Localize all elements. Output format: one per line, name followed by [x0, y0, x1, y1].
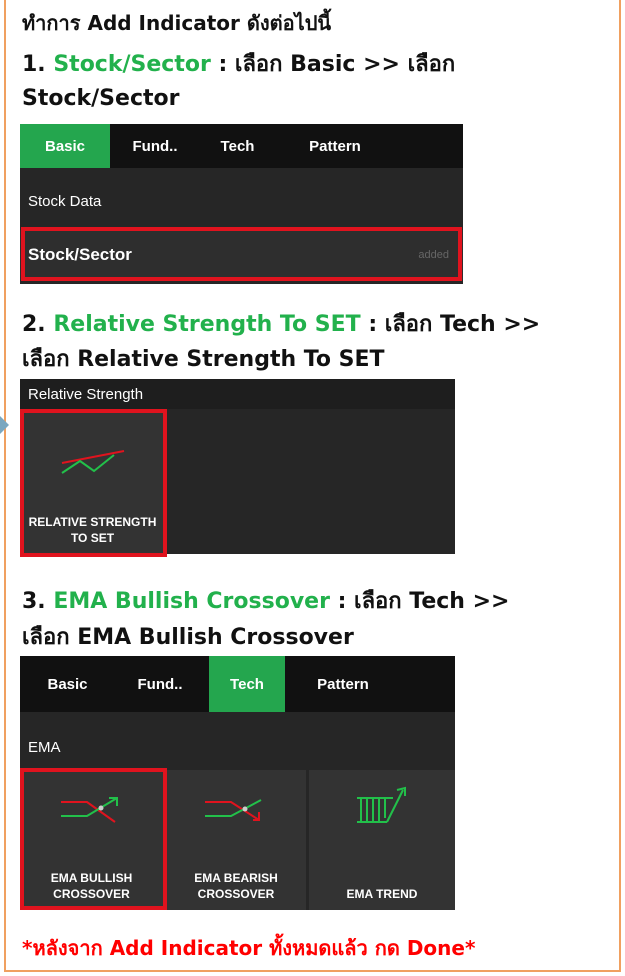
tab-fund[interactable]: Fund..: [115, 656, 205, 712]
section-relative-strength: Relative Strength: [20, 379, 455, 409]
side-arrow-icon: [0, 416, 9, 434]
tab-pattern[interactable]: Pattern: [288, 656, 398, 712]
tab-fund[interactable]: Fund..: [110, 124, 200, 168]
highlight-stock-sector: [21, 227, 462, 281]
step3-heading-line2: เลือก EMA Bullish Crossover: [22, 625, 354, 650]
step2-heading: 2. Relative Strength To SET : เลือก Tech…: [22, 312, 541, 337]
tab-tech[interactable]: Tech: [209, 656, 285, 712]
tab-tech[interactable]: Tech: [200, 124, 275, 168]
section-ema: EMA: [28, 738, 61, 756]
footer-note: *หลังจาก Add Indicator ทั้งหมดแล้ว กด Do…: [22, 936, 476, 960]
tab-pattern[interactable]: Pattern: [280, 124, 390, 168]
tab-basic[interactable]: Basic: [20, 124, 110, 168]
step1-heading-line2: Stock/Sector: [22, 86, 180, 111]
step1-tab-bar: Basic Fund.. Tech Pattern: [20, 124, 463, 168]
step3-tab-bar: Basic Fund.. Tech Pattern: [20, 656, 455, 712]
intro-text: ทำการ Add Indicator ดังต่อไปนี้: [22, 11, 332, 35]
ema-bearish-icon: [205, 799, 262, 821]
ema-trend-icon: [357, 786, 406, 823]
section-stock-data: Stock Data: [28, 192, 102, 210]
highlight-ema-bullish: [20, 768, 167, 910]
tile-ema-trend[interactable]: EMA TREND: [309, 770, 455, 910]
step1-heading: 1. Stock/Sector : เลือก Basic >> เลือก: [22, 52, 456, 77]
step2-heading-line2: เลือก Relative Strength To SET: [22, 347, 385, 372]
highlight-relative-strength: [20, 409, 167, 557]
tile-ema-bearish-crossover[interactable]: EMA BEARISH CROSSOVER: [166, 770, 306, 910]
step3-heading: 3. EMA Bullish Crossover : เลือก Tech >>: [22, 589, 510, 614]
tab-basic[interactable]: Basic: [20, 656, 115, 712]
